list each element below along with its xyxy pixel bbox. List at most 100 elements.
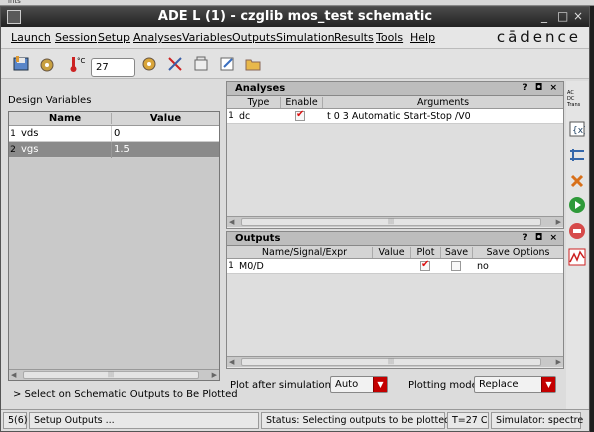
restore-button[interactable]: □	[557, 9, 568, 23]
minimize-button[interactable]: _	[541, 9, 547, 23]
scroll-thumb[interactable]: |||	[23, 371, 199, 379]
column-header-name-signal-expr[interactable]: Name/Signal/Expr	[237, 247, 373, 258]
scroll-right-icon[interactable]: ▶	[212, 371, 217, 379]
variable-value[interactable]: 0	[112, 128, 120, 139]
row-index: 1	[10, 129, 16, 139]
table-row[interactable]: 1 dc t 0 3 Automatic Start-Stop /V0	[227, 109, 563, 124]
analyses-title: Analyses	[235, 83, 286, 94]
scroll-thumb[interactable]: |||	[241, 218, 541, 226]
title-bar[interactable]: ADE L (1) - czglib mos_test schematic _ …	[1, 7, 589, 27]
netlist-icon[interactable]	[191, 54, 211, 74]
toolbar: °C 27	[1, 49, 589, 79]
scroll-right-icon[interactable]: ▶	[556, 358, 561, 366]
menu-help[interactable]: Help	[410, 31, 435, 44]
column-header-value[interactable]: Value	[112, 113, 219, 124]
outputs-controls[interactable]: ? ◘ ×	[522, 233, 559, 243]
menu-setup[interactable]: Setup	[98, 31, 130, 44]
menu-variables[interactable]: Variables	[182, 31, 232, 44]
menu-simulation[interactable]: Simulation	[276, 31, 335, 44]
output-name[interactable]: M0/D	[239, 261, 264, 272]
design-variables-header: Name Value	[9, 112, 219, 126]
choose-analyses-icon[interactable]: AC DC Trans	[567, 87, 587, 111]
table-row[interactable]: 1 vds 0	[9, 126, 219, 142]
column-header-value[interactable]: Value	[373, 247, 411, 258]
setup-outputs-icon[interactable]	[567, 145, 587, 165]
menu-analyses[interactable]: Analyses	[133, 31, 182, 44]
analysis-arguments[interactable]: t 0 3 Automatic Start-Stop /V0	[327, 111, 471, 122]
column-header-save[interactable]: Save	[441, 247, 473, 258]
scroll-right-icon[interactable]: ▶	[556, 218, 561, 226]
outputs-panel: Outputs ? ◘ × Name/Signal/Expr Value Plo…	[226, 231, 564, 369]
edit-icon[interactable]	[217, 54, 237, 74]
column-header-enable[interactable]: Enable	[281, 97, 323, 108]
plotting-mode-value: Replace	[479, 379, 519, 390]
analyses-body	[227, 124, 563, 216]
column-header-save-options[interactable]: Save Options	[473, 247, 563, 258]
table-row[interactable]: 2 vgs 1.5	[9, 142, 219, 158]
analyses-hscrollbar[interactable]: ◀ ||| ▶	[227, 216, 563, 227]
temp-unit-label: °C	[77, 57, 86, 65]
variable-name[interactable]: vgs	[19, 142, 112, 158]
load-state-icon[interactable]	[37, 54, 57, 74]
dropdown-arrow-icon[interactable]: ▼	[373, 377, 387, 392]
column-header-arguments[interactable]: Arguments	[323, 97, 563, 108]
outputs-body	[227, 274, 563, 356]
close-button[interactable]: ×	[573, 9, 583, 23]
select-on-schematic-icon[interactable]	[165, 54, 185, 74]
temperature-icon: °C	[67, 54, 87, 74]
menu-results[interactable]: Results	[334, 31, 374, 44]
table-row[interactable]: 1 M0/D no	[227, 259, 563, 274]
dropdown-arrow-icon[interactable]: ▼	[541, 377, 555, 392]
column-header-name[interactable]: Name	[19, 113, 112, 124]
enable-checkbox[interactable]	[295, 109, 305, 121]
status-temperature: T=27 C	[447, 412, 489, 429]
plot-outputs-icon[interactable]	[567, 247, 587, 267]
row-index: 1	[228, 261, 234, 271]
save-state-icon[interactable]	[11, 54, 31, 74]
status-bar: 5(6) Setup Outputs ... Status: Selecting…	[1, 409, 589, 431]
analysis-type[interactable]: dc	[239, 111, 250, 122]
scroll-thumb[interactable]: |||	[241, 358, 541, 366]
analysis-type-trans: Trans	[567, 102, 581, 108]
column-header-type[interactable]: Type	[237, 97, 281, 108]
scroll-left-icon[interactable]: ◀	[229, 358, 234, 366]
plot-checkbox[interactable]	[420, 259, 430, 271]
plot-after-label: Plot after simulation:	[230, 380, 335, 391]
save-checkbox[interactable]	[451, 261, 461, 271]
plotting-mode-select[interactable]: Replace ▼	[474, 376, 556, 393]
stop-simulation-icon[interactable]	[567, 221, 587, 241]
status-message: Status: Selecting outputs to be plotted.…	[261, 412, 459, 429]
design-variables-table: Name Value 1 vds 0 2 vgs 1.5 ◀ ||| ▶	[8, 111, 220, 381]
menu-session[interactable]: Session	[55, 31, 97, 44]
svg-text:{x}: {x}	[572, 126, 585, 136]
plot-after-select[interactable]: Auto ▼	[330, 376, 388, 393]
row-index: 1	[228, 111, 234, 121]
scroll-left-icon[interactable]: ◀	[11, 371, 16, 379]
design-variables-label: Design Variables	[8, 95, 92, 106]
temperature-input[interactable]: 27	[91, 58, 135, 77]
menu-launch[interactable]: Launch	[11, 31, 51, 44]
design-variables-hscrollbar[interactable]: ◀ ||| ▶	[9, 369, 219, 380]
row-index: 2	[10, 145, 16, 155]
outputs-hscrollbar[interactable]: ◀ ||| ▶	[227, 356, 563, 367]
edit-variables-icon[interactable]: {x}	[567, 119, 587, 139]
analyses-table-header: Type Enable Arguments	[227, 96, 563, 109]
setup-icon[interactable]	[139, 54, 159, 74]
save-options-value[interactable]: no	[477, 261, 489, 272]
cadence-logo: cādence	[496, 28, 581, 46]
menu-tools[interactable]: Tools	[376, 31, 403, 44]
run-simulation-icon[interactable]	[567, 195, 587, 215]
analyses-panel: Analyses ? ◘ × Type Enable Arguments 1 d…	[226, 81, 564, 229]
delete-icon[interactable]	[567, 171, 587, 191]
column-header-plot[interactable]: Plot	[411, 247, 441, 258]
outputs-title: Outputs	[235, 233, 281, 244]
scroll-left-icon[interactable]: ◀	[229, 218, 234, 226]
open-folder-icon[interactable]	[243, 54, 263, 74]
variable-name[interactable]: vds	[19, 126, 112, 142]
menu-outputs[interactable]: Outputs	[232, 31, 276, 44]
analyses-controls[interactable]: ? ◘ ×	[522, 83, 559, 93]
ade-window: ADE L (1) - czglib mos_test schematic _ …	[0, 6, 590, 432]
analyses-header: Analyses ? ◘ ×	[227, 82, 563, 96]
outputs-header: Outputs ? ◘ ×	[227, 232, 563, 246]
variable-value[interactable]: 1.5	[112, 144, 130, 155]
